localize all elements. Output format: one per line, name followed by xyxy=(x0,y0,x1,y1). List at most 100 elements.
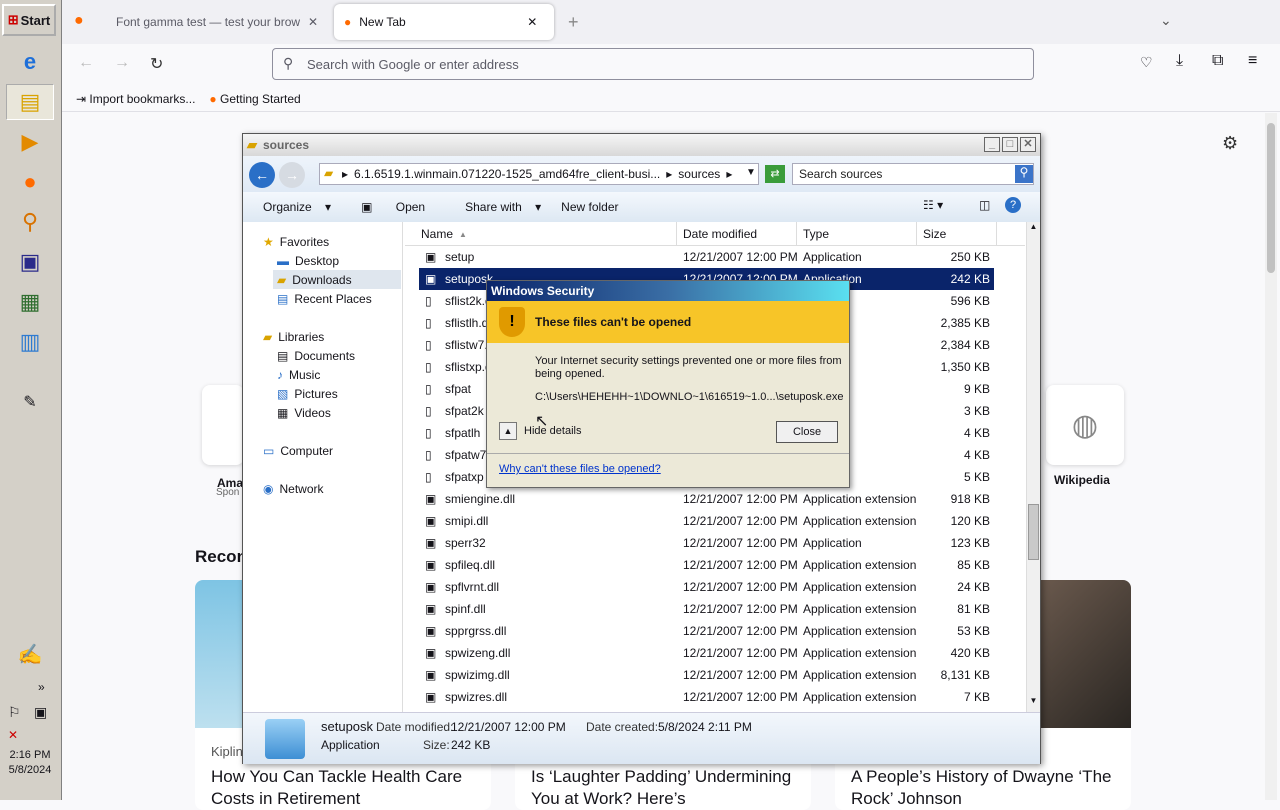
table-row[interactable]: ▣ spfileq.dll 12/21/2007 12:00 PM Applicati… xyxy=(419,554,994,576)
column-name[interactable]: Name ▲ xyxy=(415,222,677,246)
column-size[interactable]: Size xyxy=(917,222,997,246)
forward-button[interactable]: → xyxy=(279,162,305,188)
breadcrumb[interactable]: ▰ ▸ 6.1.6519.1.winmain.071220-1525_amd64… xyxy=(319,163,759,185)
table-row[interactable]: ▣ smiengine.dll 12/21/2007 12:00 PM Applica… xyxy=(419,488,994,510)
shortcut-amazon[interactable] xyxy=(202,385,244,465)
nav-network[interactable]: ◉ Network xyxy=(263,479,324,498)
details-pane: setuposk Application Date modified: 12/2… xyxy=(243,712,1040,764)
folder-icon: ▰ xyxy=(324,166,334,180)
nav-music[interactable]: ♪ Music xyxy=(277,365,320,384)
explorer-icon[interactable]: ▤ xyxy=(6,84,54,120)
bookmark-import[interactable]: ⇥ Import bookmarks... xyxy=(76,92,195,106)
table-row[interactable]: ▣ setup 12/21/2007 12:00 PM Application 250 … xyxy=(419,246,994,268)
nav-computer[interactable]: ▭ Computer xyxy=(263,441,333,460)
breadcrumb-item[interactable]: sources xyxy=(678,167,720,181)
menu-hamburger-icon[interactable]: ≡ xyxy=(1248,52,1257,70)
list-tabs-chevron-icon[interactable]: ⌄ xyxy=(1160,12,1172,29)
bookmark-getting-started[interactable]: ● Getting Started xyxy=(209,92,300,106)
nav-downloads[interactable]: ▰ Downloads xyxy=(273,270,401,289)
reload-icon[interactable]: ↻ xyxy=(150,54,163,74)
control-panel-icon[interactable]: ▥ xyxy=(6,324,54,360)
scrollbar-thumb[interactable] xyxy=(1028,504,1039,560)
nav-documents[interactable]: ▤ Documents xyxy=(277,346,355,365)
network-tray-icon[interactable]: ▣ xyxy=(34,704,47,721)
url-bar[interactable]: ⚲ Search with Google or enter address xyxy=(272,48,1034,80)
dialog-help-link[interactable]: Why can't these files be opened? xyxy=(499,463,661,475)
breadcrumb-item[interactable]: 6.1.6519.1.winmain.071220-1525_amd64fre_… xyxy=(354,167,660,181)
firefox-icon[interactable]: ● xyxy=(6,164,54,200)
chip-app-icon[interactable]: ▣ xyxy=(6,244,54,280)
new-tab-plus-icon[interactable]: + xyxy=(568,12,579,33)
monitor-app-icon[interactable]: ▦ xyxy=(6,284,54,320)
nav-libraries[interactable]: ▰ Libraries xyxy=(263,327,324,346)
pocket-icon[interactable]: ♡ xyxy=(1140,54,1153,71)
clock[interactable]: 2:16 PM 5/8/2024 xyxy=(2,748,58,778)
extensions-icon[interactable]: ⧉ xyxy=(1212,52,1223,70)
cell-size: 85 KB xyxy=(957,558,990,572)
preview-pane-icon[interactable]: ◫ xyxy=(979,198,990,212)
internet-explorer-icon[interactable]: e xyxy=(6,44,54,80)
explorer-titlebar[interactable]: ▰ sources _ □ ✕ xyxy=(243,134,1040,156)
shortcut-wikipedia[interactable]: ◍ xyxy=(1046,385,1124,465)
flag-icon[interactable]: ⚐ xyxy=(8,704,21,721)
search-icon[interactable]: ⚲ xyxy=(1015,165,1033,183)
table-row[interactable]: ▣ spwizres.dll 12/21/2007 12:00 PM Applicat… xyxy=(419,686,994,708)
pen-tablet-icon[interactable]: ✍ xyxy=(6,636,54,672)
nav-favorites[interactable]: ★ Favorites xyxy=(263,232,329,251)
search-app-icon[interactable]: ⚲ xyxy=(6,204,54,240)
hide-details-toggle[interactable]: ▲ xyxy=(499,422,517,440)
open-button[interactable]: ▣ Open xyxy=(341,200,445,214)
table-row[interactable]: ▣ spwizimg.dll 12/21/2007 12:00 PM Applicat… xyxy=(419,664,994,686)
nav-recent-places[interactable]: ▤ Recent Places xyxy=(277,289,372,308)
share-with-button[interactable]: Share with ▾ xyxy=(445,200,551,214)
tab-close-icon[interactable]: ✕ xyxy=(527,15,537,29)
tab-font-gamma[interactable]: Font gamma test — test your browser ✕ xyxy=(106,4,328,40)
search-icon: ⚲ xyxy=(283,55,294,71)
media-player-icon[interactable]: ▶ xyxy=(6,124,54,160)
forward-arrow-icon[interactable]: → xyxy=(114,54,130,72)
dialog-close-button[interactable]: Close xyxy=(776,421,838,443)
explorer-search-input[interactable]: Search sources ⚲ xyxy=(792,163,1034,185)
nav-pictures[interactable]: ▧ Pictures xyxy=(277,384,338,403)
column-type[interactable]: Type xyxy=(797,222,917,246)
nav-videos[interactable]: ▦ Videos xyxy=(277,403,331,422)
cell-date: 12/21/2007 12:00 PM xyxy=(683,602,798,616)
column-date-modified[interactable]: Date modified xyxy=(677,222,797,246)
table-row[interactable]: ▣ smipi.dll 12/21/2007 12:00 PM Application… xyxy=(419,510,994,532)
explorer-minimize-button[interactable]: _ xyxy=(984,137,1000,152)
back-button[interactable]: ← xyxy=(249,162,275,188)
nav-desktop[interactable]: ▬ Desktop xyxy=(277,251,339,270)
table-row[interactable]: ▣ spwizeng.dll 12/21/2007 12:00 PM Applicat… xyxy=(419,642,994,664)
table-row[interactable]: ▣ spprgrss.dll 12/21/2007 12:00 PM Applicat… xyxy=(419,620,994,642)
new-folder-button[interactable]: New folder xyxy=(551,200,628,214)
table-row[interactable]: ▣ spflvrnt.dll 12/21/2007 12:00 PM Applicat… xyxy=(419,576,994,598)
file-list-scrollbar[interactable]: ▲ ▼ xyxy=(1026,222,1040,712)
scroll-up-arrow-icon[interactable]: ▲ xyxy=(1027,222,1040,236)
start-button[interactable]: ⊞ Start xyxy=(2,4,56,36)
back-arrow-icon[interactable]: ← xyxy=(78,54,94,72)
page-scrollbar[interactable] xyxy=(1265,113,1277,800)
downloads-icon[interactable]: ⤓ xyxy=(1176,52,1183,70)
refresh-icon[interactable]: ⇄ xyxy=(765,165,785,183)
page-scrollbar-thumb[interactable] xyxy=(1267,123,1275,273)
dialog-titlebar[interactable]: Windows Security xyxy=(487,281,849,301)
tray-expand-icon[interactable]: » xyxy=(38,680,45,694)
explorer-maximize-button[interactable]: □ xyxy=(1002,137,1018,152)
table-row[interactable]: ▣ sperr32 12/21/2007 12:00 PM Application 12… xyxy=(419,532,994,554)
history-dropdown-icon[interactable]: ▼ xyxy=(746,167,756,178)
explorer-close-button[interactable]: ✕ xyxy=(1020,137,1036,152)
tab-new-tab[interactable]: ● New Tab ✕ xyxy=(334,4,554,40)
volume-muted-icon[interactable]: ✕ xyxy=(8,728,18,742)
firefox-view-icon[interactable]: ● xyxy=(74,12,84,30)
view-options-icon[interactable]: ☷ ▾ xyxy=(923,198,943,212)
libraries-icon: ▰ xyxy=(263,329,273,344)
settings-gear-icon[interactable]: ⚙ xyxy=(1222,133,1238,154)
organize-button[interactable]: Organize ▾ xyxy=(243,200,341,214)
help-icon[interactable]: ? xyxy=(1005,197,1021,213)
tab-close-icon[interactable]: ✕ xyxy=(308,15,318,29)
pen-icon[interactable]: ✎ xyxy=(6,384,54,420)
table-row[interactable]: ▣ spinf.dll 12/21/2007 12:00 PM Application… xyxy=(419,598,994,620)
scroll-down-arrow-icon[interactable]: ▼ xyxy=(1027,696,1040,710)
application-file-icon: ▣ xyxy=(425,514,437,528)
hide-details-label[interactable]: Hide details xyxy=(524,425,581,437)
